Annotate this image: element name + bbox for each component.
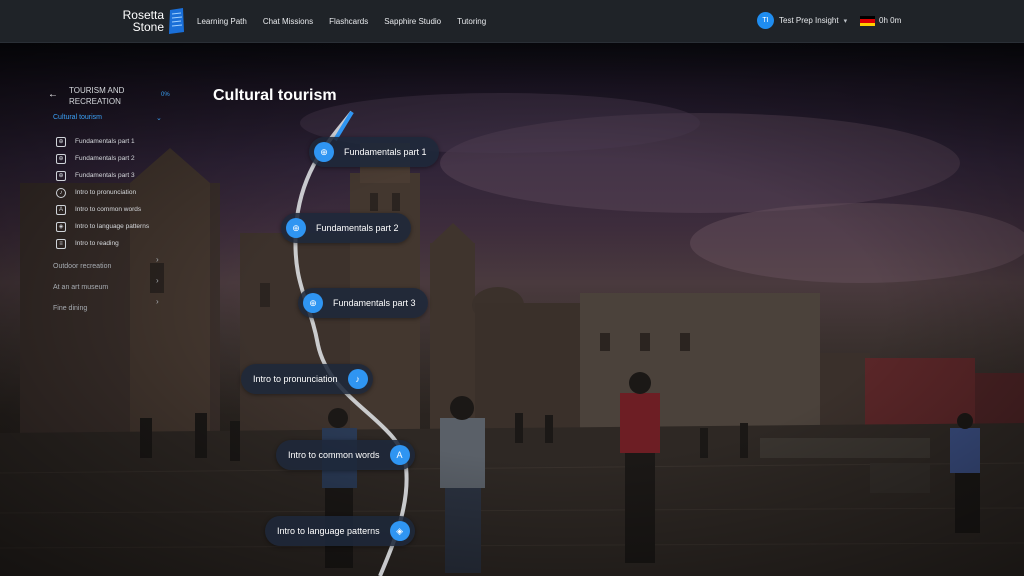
topic-fine-dining[interactable]: Fine dining › <box>53 297 163 318</box>
chevron-right-icon: › <box>156 276 159 285</box>
fundamentals-icon: ⊕ <box>56 153 66 164</box>
path-node-fundamentals-2[interactable]: ⊕ Fundamentals part 2 <box>281 213 411 243</box>
unit-progress: 0% <box>161 92 170 98</box>
german-flag-icon[interactable] <box>860 16 875 26</box>
nav-sapphire-studio[interactable]: Sapphire Studio <box>384 17 441 26</box>
path-node-fundamentals-3[interactable]: ⊕ Fundamentals part 3 <box>298 288 428 318</box>
reading-icon: ≡ <box>56 238 66 249</box>
sidebar-lesson-fundamentals-2[interactable]: ⊕ Fundamentals part 2 <box>56 150 176 167</box>
fundamentals-icon: ⊕ <box>56 136 66 147</box>
chevron-right-icon: › <box>156 297 159 306</box>
topic-outdoor-recreation[interactable]: Outdoor recreation › <box>53 255 163 276</box>
unit-header: ← TOURISM AND RECREATION 0% <box>48 84 178 112</box>
nav-flashcards[interactable]: Flashcards <box>329 17 368 26</box>
patterns-icon: ◈ <box>389 521 410 541</box>
user-name[interactable]: Test Prep Insight <box>779 16 839 25</box>
chevron-down-icon[interactable]: ▾ <box>844 17 848 25</box>
topic-art-museum[interactable]: At an art museum › <box>53 276 163 297</box>
fundamentals-icon: ⊕ <box>56 170 66 181</box>
sidebar-lesson-reading[interactable]: ≡ Intro to reading <box>56 235 176 252</box>
sidebar-lesson-fundamentals-1[interactable]: ⊕ Fundamentals part 1 <box>56 133 176 150</box>
path-node-fundamentals-1[interactable]: ⊕ Fundamentals part 1 <box>309 137 439 167</box>
arrow-left-icon[interactable]: ← <box>48 89 58 100</box>
fundamentals-icon: ⊕ <box>314 142 334 162</box>
fundamentals-icon: ⊕ <box>303 293 323 313</box>
rosetta-stone-logo-icon <box>169 8 184 34</box>
unit-sidebar: ← TOURISM AND RECREATION 0% Cultural tou… <box>48 84 178 312</box>
main-nav: Learning Path Chat Missions Flashcards S… <box>197 0 502 42</box>
unit-title: TOURISM AND RECREATION <box>69 86 125 106</box>
path-node-common-words[interactable]: Intro to common words A <box>276 440 415 470</box>
study-time: 0h 0m <box>879 16 902 25</box>
topic-cultural-tourism[interactable]: Cultural tourism <box>53 114 102 121</box>
chevron-down-icon[interactable]: ⌄ <box>156 114 162 122</box>
brand-logo[interactable]: Rosetta Stone <box>118 8 190 36</box>
sidebar-lesson-pronunciation[interactable]: ♪ Intro to pronunciation <box>56 184 176 201</box>
topic-list: Outdoor recreation › At an art museum › … <box>53 255 163 318</box>
page-title: Cultural tourism <box>213 87 337 104</box>
sidebar-lesson-common-words[interactable]: A Intro to common words <box>56 201 176 218</box>
patterns-icon: ◈ <box>56 221 66 232</box>
microphone-icon: ♪ <box>56 187 66 198</box>
vocabulary-icon: A <box>389 445 410 465</box>
brand-wordmark: Rosetta Stone <box>122 8 164 34</box>
nav-tutoring[interactable]: Tutoring <box>457 17 486 26</box>
avatar[interactable]: TI <box>757 12 774 29</box>
fundamentals-icon: ⊕ <box>286 218 306 238</box>
nav-learning-path[interactable]: Learning Path <box>197 17 247 26</box>
lesson-list: ⊕ Fundamentals part 1 ⊕ Fundamentals par… <box>56 133 176 252</box>
path-node-pronunciation[interactable]: Intro to pronunciation ♪ <box>241 364 373 394</box>
nav-chat-missions[interactable]: Chat Missions <box>263 17 313 26</box>
chevron-right-icon: › <box>156 255 159 264</box>
vocabulary-icon: A <box>56 204 66 215</box>
sidebar-lesson-language-patterns[interactable]: ◈ Intro to language patterns <box>56 218 176 235</box>
microphone-icon: ♪ <box>347 369 368 389</box>
sidebar-lesson-fundamentals-3[interactable]: ⊕ Fundamentals part 3 <box>56 167 176 184</box>
path-node-language-patterns[interactable]: Intro to language patterns ◈ <box>265 516 415 546</box>
user-menu[interactable]: TI Test Prep Insight ▾ <box>757 12 847 29</box>
top-navigation-bar: Rosetta Stone Learning Path Chat Mission… <box>0 0 1024 43</box>
